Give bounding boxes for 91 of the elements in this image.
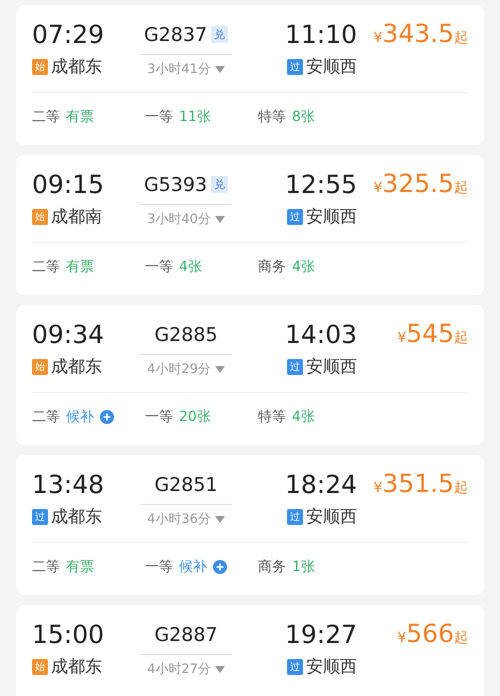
price: 545 — [406, 319, 454, 348]
arrival-time: 14:03 — [284, 319, 357, 351]
station-tag: 始 — [32, 658, 48, 674]
seat-class: 一等 — [145, 408, 173, 426]
departure-time: 09:15 — [32, 169, 106, 201]
dropdown-icon[interactable] — [214, 666, 225, 672]
seat-availability: 4张 — [292, 258, 315, 276]
departure-time: 13:48 — [32, 469, 106, 501]
station-tag: 过 — [287, 58, 303, 74]
dropdown-icon[interactable] — [214, 216, 225, 222]
train-card[interactable]: 13:48 过 成都东 G2851 4小时36分 18:24 过 安顺西 ¥351.5起 二等 有票 一等 候补 商务 1张 — [16, 455, 484, 595]
station-name: 安顺西 — [306, 356, 357, 378]
currency-sign: ¥ — [397, 330, 406, 346]
train-card[interactable]: 07:29 始 成都东 G2837 兑 3小时41分 11:10 过 安顺西 ¥343.5起 二等 有票 一等 11张 特等 8张 — [16, 5, 484, 145]
dropdown-icon[interactable] — [214, 366, 225, 372]
train-number: G2887 — [154, 624, 218, 646]
departure-time: 07:29 — [32, 19, 106, 51]
station-tag: 过 — [287, 358, 303, 374]
seat-class: 一等 — [145, 558, 173, 576]
train-card[interactable]: 09:15 始 成都南 G5393 兑 3小时40分 12:55 过 安顺西 ¥325.5起 二等 有票 一等 4张 商务 4张 — [16, 155, 484, 295]
seat-class: 二等 — [32, 408, 60, 426]
station-name: 成都东 — [51, 356, 102, 378]
station-name: 安顺西 — [306, 656, 357, 678]
train-card[interactable]: 09:34 始 成都东 G2885 4小时29分 14:03 过 安顺西 ¥545起 二等 候补 一等 20张 特等 4张 — [16, 305, 484, 445]
station-name: 成都东 — [51, 656, 102, 678]
station-tag: 过 — [32, 508, 48, 524]
train-number: G2885 — [154, 324, 218, 346]
station-name: 成都南 — [51, 206, 102, 228]
dropdown-icon[interactable] — [214, 66, 225, 72]
currency-sign: ¥ — [397, 630, 406, 646]
station-name: 安顺西 — [306, 206, 357, 228]
seat-class: 特等 — [258, 108, 286, 126]
arrival-time: 12:55 — [284, 169, 357, 201]
station-tag: 始 — [32, 358, 48, 374]
exchange-tag: 兑 — [211, 176, 228, 193]
price: 351.5 — [382, 469, 454, 498]
station-name: 安顺西 — [306, 506, 357, 528]
currency-sign: ¥ — [374, 180, 382, 196]
price: 566 — [406, 619, 454, 648]
seat-availability: 4张 — [292, 408, 315, 426]
exchange-tag: 兑 — [211, 26, 228, 43]
train-number: G2851 — [154, 474, 218, 496]
price-suffix: 起 — [454, 179, 468, 197]
plus-icon[interactable] — [213, 560, 227, 574]
departure-time: 15:00 — [32, 619, 106, 651]
duration: 4小时27分 — [147, 661, 211, 678]
price: 325.5 — [382, 169, 454, 198]
seat-class: 二等 — [32, 558, 60, 576]
seat-availability: 8张 — [292, 108, 315, 126]
seat-availability: 20张 — [179, 408, 211, 426]
price-suffix: 起 — [454, 479, 468, 497]
currency-sign: ¥ — [374, 480, 382, 496]
station-tag: 始 — [32, 208, 48, 224]
seat-class: 二等 — [32, 258, 60, 276]
seat-class: 一等 — [145, 108, 173, 126]
station-tag: 过 — [287, 658, 303, 674]
station-tag: 过 — [287, 508, 303, 524]
seat-availability: 有票 — [66, 108, 94, 126]
departure-time: 09:34 — [32, 319, 106, 351]
train-card[interactable]: 15:00 始 成都东 G2887 4小时27分 19:27 过 安顺西 ¥566起 — [16, 605, 484, 696]
seat-class: 特等 — [258, 408, 286, 426]
price-suffix: 起 — [454, 629, 468, 647]
train-number: G5393 — [144, 174, 208, 196]
seat-availability: 有票 — [66, 558, 94, 576]
plus-icon[interactable] — [100, 410, 114, 424]
duration: 4小时36分 — [147, 511, 211, 528]
seat-availability: 4张 — [179, 258, 202, 276]
duration: 3小时40分 — [147, 211, 211, 228]
station-tag: 过 — [287, 208, 303, 224]
dropdown-icon[interactable] — [214, 516, 225, 522]
seat-class: 商务 — [258, 258, 286, 276]
seat-availability: 11张 — [179, 108, 211, 126]
duration: 3小时41分 — [147, 61, 211, 78]
train-number: G2837 — [144, 24, 208, 46]
price-suffix: 起 — [454, 329, 468, 347]
arrival-time: 19:27 — [284, 619, 357, 651]
price: 343.5 — [382, 19, 454, 48]
station-name: 成都东 — [51, 506, 102, 528]
station-tag: 始 — [32, 58, 48, 74]
seat-availability: 有票 — [66, 258, 94, 276]
seat-class: 商务 — [258, 558, 286, 576]
station-name: 安顺西 — [306, 56, 357, 78]
duration: 4小时29分 — [147, 361, 211, 378]
station-name: 成都东 — [51, 56, 102, 78]
seat-class: 一等 — [145, 258, 173, 276]
arrival-time: 18:24 — [284, 469, 357, 501]
currency-sign: ¥ — [374, 30, 382, 46]
price-suffix: 起 — [454, 29, 468, 47]
seat-availability: 1张 — [292, 558, 315, 576]
seat-class: 二等 — [32, 108, 60, 126]
arrival-time: 11:10 — [284, 19, 357, 51]
